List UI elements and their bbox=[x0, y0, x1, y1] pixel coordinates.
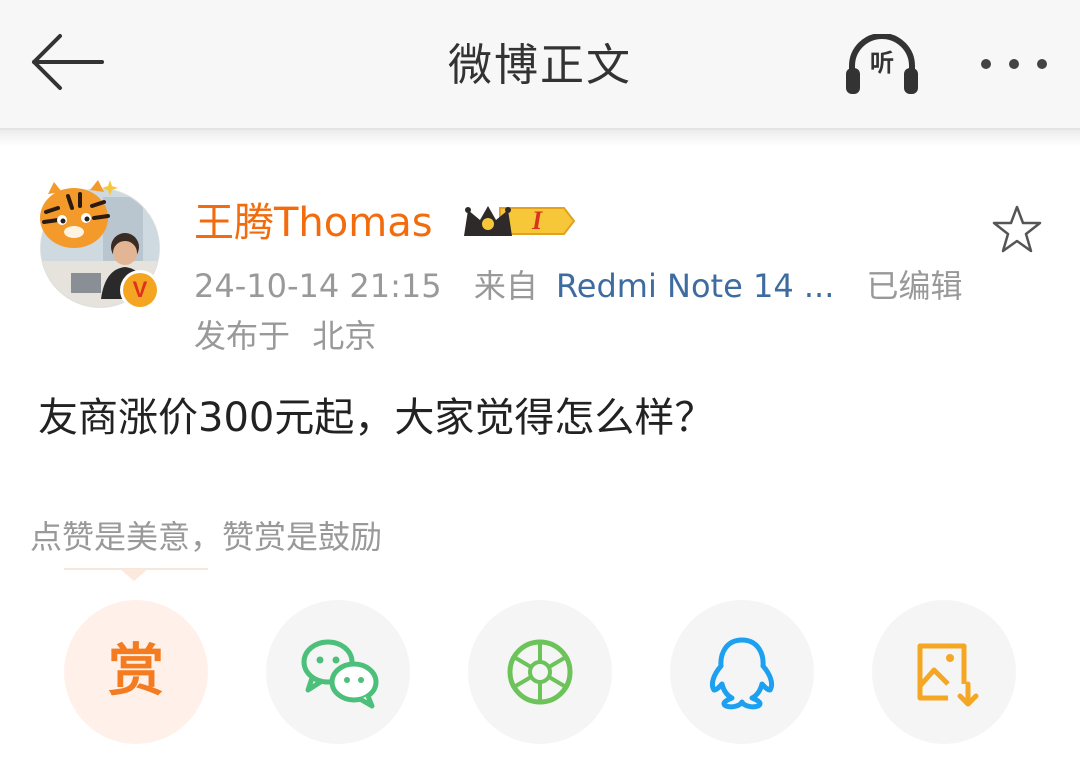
save-image-icon bbox=[917, 643, 979, 707]
reward-hint: 点赞是美意，赞赏是鼓励 bbox=[30, 518, 383, 556]
back-button[interactable] bbox=[24, 30, 108, 94]
share-qq-button[interactable] bbox=[670, 600, 814, 744]
location-city: 北京 bbox=[312, 317, 377, 355]
source-prefix: 来自 bbox=[473, 267, 538, 305]
wechat-icon bbox=[301, 639, 379, 709]
source-device-link[interactable]: Redmi Note 14 ... bbox=[556, 264, 834, 308]
edited-label[interactable]: 已编辑 bbox=[867, 264, 963, 308]
tiger-sticker-icon bbox=[40, 180, 118, 248]
star-icon bbox=[992, 205, 1042, 253]
header-divider bbox=[0, 130, 1080, 146]
listen-button[interactable]: 听 bbox=[842, 34, 922, 96]
verified-v-icon: V bbox=[123, 273, 157, 307]
more-options-button[interactable] bbox=[972, 44, 1056, 84]
listen-label: 听 bbox=[870, 49, 894, 77]
author-name[interactable]: 王腾Thomas bbox=[194, 196, 433, 250]
qq-penguin-icon bbox=[709, 637, 775, 710]
share-moments-button[interactable] bbox=[468, 600, 612, 744]
reward-icon: 赏 bbox=[108, 639, 164, 704]
reward-button[interactable]: 赏 bbox=[64, 600, 208, 744]
hint-caret bbox=[120, 569, 148, 581]
location-prefix: 发布于 bbox=[194, 317, 291, 355]
post-timestamp: 24-10-14 21:15 bbox=[194, 267, 442, 305]
vip-badge[interactable]: I bbox=[460, 200, 580, 242]
more-dots-icon bbox=[981, 59, 1047, 69]
author-avatar[interactable]: V bbox=[34, 172, 162, 312]
post-location: 发布于 北京 bbox=[194, 314, 376, 358]
post-content: 友商涨价300元起，大家觉得怎么样？ bbox=[38, 395, 715, 441]
favorite-button[interactable] bbox=[990, 204, 1044, 256]
vip-level-label: I bbox=[531, 206, 543, 235]
verified-badge: V bbox=[120, 270, 160, 310]
post-meta: 24-10-14 21:15 来自 Redmi Note 14 ... 已编辑 bbox=[194, 264, 963, 308]
back-arrow-icon bbox=[32, 34, 104, 90]
crown-icon bbox=[464, 206, 576, 236]
moments-aperture-icon bbox=[507, 639, 573, 705]
share-wechat-button[interactable] bbox=[266, 600, 410, 744]
save-image-button[interactable] bbox=[872, 600, 1016, 744]
top-nav-bar: 微博正文 听 bbox=[0, 0, 1080, 130]
